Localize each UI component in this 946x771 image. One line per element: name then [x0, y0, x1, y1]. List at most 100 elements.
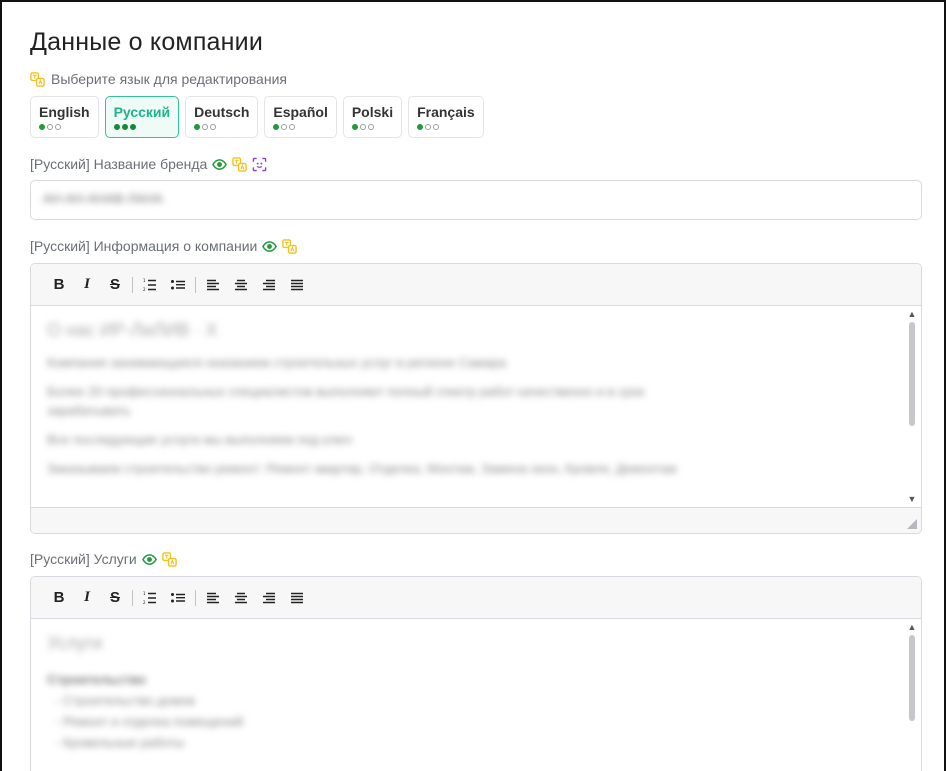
align-left-button[interactable] — [199, 585, 227, 611]
completion-dot — [281, 124, 288, 130]
bullet-list-button[interactable] — [164, 585, 192, 611]
language-tabs: English Русский Deutsch Español Polski França… — [30, 96, 484, 138]
company-info-editor: B I S 12 О нас ИР-ЛиЛИВ · Х Компания зан… — [30, 263, 922, 534]
align-right-button[interactable] — [255, 585, 283, 611]
language-tab-polski[interactable]: Polski — [342, 96, 403, 138]
svg-text:1: 1 — [143, 278, 146, 283]
translate-icon[interactable] — [232, 156, 248, 172]
content-line: Компания занимающаяся оказанием строител… — [47, 355, 507, 370]
services-label: [Русский] Услуги — [30, 551, 177, 567]
scroll-up-icon[interactable]: ▲ — [905, 308, 919, 320]
completion-dot — [433, 124, 440, 130]
ordered-list-button[interactable]: 12 — [136, 585, 164, 611]
completion-dot — [55, 124, 61, 130]
completion-dots — [113, 124, 171, 130]
strikethrough-button[interactable]: S — [101, 272, 129, 298]
align-left-icon — [207, 592, 219, 603]
content-line: Все последующие услуги мы выполняем под … — [47, 432, 353, 447]
toolbar-divider — [132, 589, 133, 606]
toolbar-divider — [195, 276, 196, 293]
brand-name-value: АН-АН-АНАВ-ЛАНА — [43, 191, 163, 206]
company-info-label: [Русский] Информация о компании — [30, 238, 298, 254]
content-line: Услуги — [47, 633, 103, 653]
language-hint: Выберите язык для редактирования — [30, 71, 287, 87]
completion-dot — [113, 124, 120, 130]
completion-dots — [273, 124, 327, 130]
completion-dot — [129, 124, 136, 130]
language-tab-label: English — [39, 104, 90, 120]
content-line: О нас ИР-ЛиЛИВ · Х — [47, 320, 218, 340]
language-tab-deutsch[interactable]: Deutsch — [185, 96, 259, 138]
company-info-label-text: [Русский] Информация о компании — [30, 238, 258, 254]
completion-dot — [417, 124, 424, 130]
eye-icon[interactable] — [141, 552, 157, 567]
content-line: - Строительство домов — [55, 693, 195, 708]
language-tab-english[interactable]: English — [30, 96, 99, 138]
scroll-up-icon[interactable]: ▲ — [905, 621, 919, 633]
language-tab-русский[interactable]: Русский — [104, 96, 180, 138]
language-tab-español[interactable]: Español — [264, 96, 337, 138]
scrollbar[interactable]: ▲ — [905, 619, 919, 771]
services-label-text: [Русский] Услуги — [30, 551, 137, 567]
language-tab-label: Español — [273, 104, 328, 120]
align-left-icon — [207, 279, 219, 290]
toolbar-divider — [195, 589, 196, 606]
scroll-down-icon[interactable]: ▼ — [905, 493, 919, 505]
editor-toolbar: B I S 12 — [31, 264, 921, 306]
align-center-icon — [235, 279, 247, 290]
translate-icon — [30, 71, 45, 87]
align-justify-icon — [291, 279, 303, 290]
ordered-list-icon: 12 — [143, 591, 156, 605]
services-content[interactable]: Услуги Строительство - Строительство дом… — [31, 619, 921, 771]
align-justify-button[interactable] — [283, 585, 311, 611]
language-tab-français[interactable]: Français — [408, 96, 484, 138]
completion-dot — [351, 124, 358, 130]
company-info-content[interactable]: О нас ИР-ЛиЛИВ · Х Компания занимающаяся… — [31, 306, 921, 507]
completion-dot — [273, 124, 280, 130]
ordered-list-button[interactable]: 12 — [136, 272, 164, 298]
italic-button[interactable]: I — [73, 272, 101, 298]
language-tab-label: Français — [417, 104, 475, 120]
content-line: Строительство — [47, 672, 146, 687]
eye-icon[interactable] — [212, 157, 228, 172]
scroll-thumb[interactable] — [909, 635, 915, 721]
align-center-button[interactable] — [227, 585, 255, 611]
align-center-button[interactable] — [227, 272, 255, 298]
resize-handle-icon[interactable] — [907, 519, 917, 529]
completion-dot — [210, 124, 217, 130]
strikethrough-button[interactable]: S — [101, 585, 129, 611]
brand-name-input[interactable]: АН-АН-АНАВ-ЛАНА — [30, 180, 922, 220]
ai-assistant-icon[interactable] — [252, 157, 267, 172]
completion-dots — [194, 124, 249, 130]
svg-text:2: 2 — [143, 287, 146, 292]
language-tab-label: Polski — [351, 104, 394, 120]
align-justify-icon — [291, 592, 303, 603]
completion-dot — [289, 124, 296, 130]
ordered-list-icon: 12 — [143, 278, 156, 292]
align-justify-button[interactable] — [283, 272, 311, 298]
services-editor: B I S 12 Услуги Строительство - Строител… — [30, 576, 922, 771]
content-line: Более 20 профессиональных специалистов в… — [47, 384, 645, 399]
translate-icon[interactable] — [282, 238, 298, 254]
bullet-list-button[interactable] — [164, 272, 192, 298]
align-right-icon — [263, 279, 275, 290]
align-left-button[interactable] — [199, 272, 227, 298]
completion-dots — [417, 124, 475, 130]
completion-dot — [425, 124, 432, 130]
editor-statusbar — [31, 507, 921, 533]
completion-dot — [359, 124, 366, 130]
brand-name-label: [Русский] Название бренда — [30, 156, 267, 172]
scrollbar[interactable]: ▲ ▼ — [905, 306, 919, 507]
language-tab-label: Deutsch — [194, 104, 250, 120]
align-right-icon — [263, 592, 275, 603]
italic-button[interactable]: I — [73, 585, 101, 611]
translate-icon[interactable] — [161, 551, 177, 567]
bold-button[interactable]: B — [45, 585, 73, 611]
align-right-button[interactable] — [255, 272, 283, 298]
scroll-thumb[interactable] — [909, 322, 915, 426]
bold-button[interactable]: B — [45, 272, 73, 298]
completion-dots — [351, 124, 393, 130]
eye-icon[interactable] — [262, 239, 278, 254]
completion-dot — [194, 124, 201, 130]
language-hint-text: Выберите язык для редактирования — [51, 71, 287, 87]
